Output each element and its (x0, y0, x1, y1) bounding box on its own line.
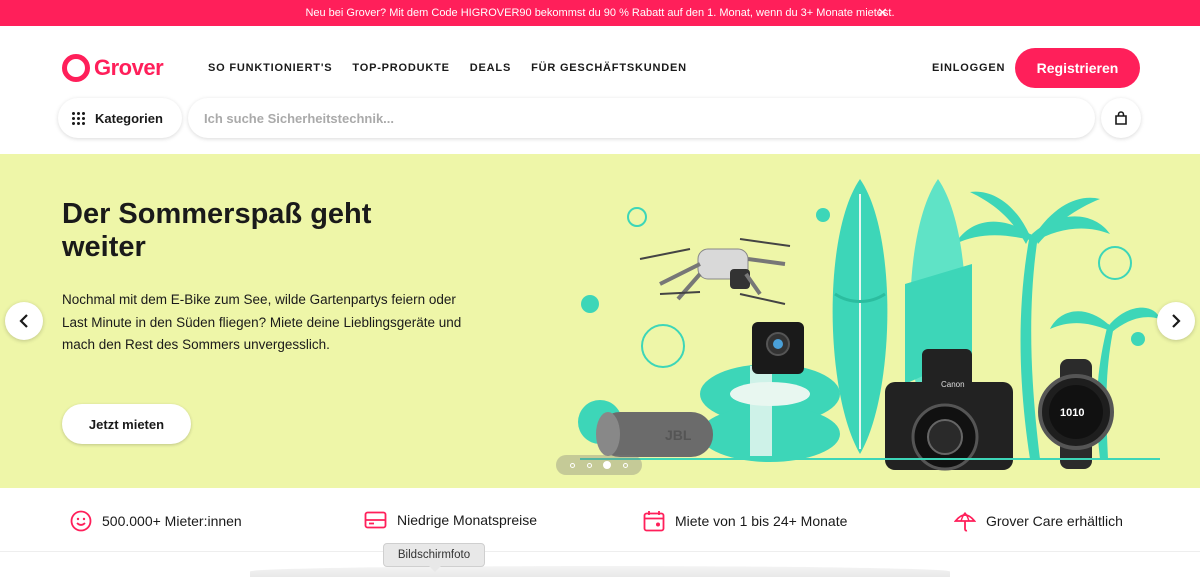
feature-duration-text: Miete von 1 bis 24+ Monate (675, 513, 848, 529)
feature-duration: Miete von 1 bis 24+ Monate (643, 510, 847, 532)
slide-dot[interactable] (569, 462, 575, 468)
shopping-bag-icon (1115, 111, 1127, 125)
svg-text:Canon: Canon (941, 380, 965, 389)
feature-prices-text: Niedrige Monatspreise (397, 512, 538, 528)
hero-text: Nochmal mit dem E-Bike zum See, wilde Ga… (62, 292, 462, 352)
chevron-right-icon (1172, 314, 1181, 328)
grover-logo[interactable]: Grover (62, 54, 164, 82)
categories-button[interactable]: Kategorien (58, 98, 182, 138)
card-icon (364, 511, 387, 529)
rent-now-button[interactable]: Jetzt mieten (62, 404, 191, 444)
svg-text:1010: 1010 (1060, 407, 1084, 419)
search-input[interactable] (204, 110, 1064, 126)
logo-text: Grover (94, 55, 164, 80)
nav-top-products[interactable]: TOP-PRODUKTE (352, 62, 449, 74)
svg-text:JBL: JBL (665, 427, 692, 443)
nav-deals[interactable]: DEALS (470, 62, 511, 74)
feature-care-text: Grover Care erhältlich (986, 513, 1123, 529)
speaker-icon: JBL (596, 412, 713, 457)
camera-icon: Canon (885, 349, 1013, 471)
promo-text: Neu bei Grover? Mit dem Code HIGROVER90 … (305, 7, 895, 19)
chevron-left-icon (19, 314, 28, 328)
drone-icon (639, 238, 791, 305)
promo-bar: Neu bei Grover? Mit dem Code HIGROVER90 … (0, 0, 1200, 26)
prev-slide-button[interactable] (5, 302, 43, 340)
main-nav: SO FUNKTIONIERT'S TOP-PRODUKTE DEALS FÜR… (208, 62, 707, 74)
screenshot-tooltip: Bildschirmfoto (383, 543, 485, 572)
slide-dot-active[interactable] (603, 461, 612, 469)
feature-renters-text: 500.000+ Mieter:innen (102, 513, 242, 529)
screen-edge-shade (250, 566, 950, 577)
hero-illustration: JBL Canon 1010 (578, 179, 1160, 471)
cart-button[interactable] (1101, 98, 1141, 138)
nav-how-it-works[interactable]: SO FUNKTIONIERT'S (208, 62, 332, 74)
features-bar: 500.000+ Mieter:innen Niedrige Monatspre… (0, 488, 1200, 552)
slide-dot[interactable] (586, 462, 592, 468)
header: Grover SO FUNKTIONIERT'S TOP-PRODUKTE DE… (0, 26, 1200, 154)
next-slide-button[interactable] (1157, 302, 1195, 340)
logo-ring-icon (62, 54, 90, 82)
calendar-icon (643, 511, 665, 532)
action-camera-icon (752, 322, 804, 374)
hero-banner: Der Sommerspaß geht weiter Nochmal mit d… (0, 154, 1200, 488)
feature-prices: Niedrige Monatspreise (364, 510, 537, 530)
register-button[interactable]: Registrieren (1015, 48, 1140, 88)
close-icon[interactable]: ✕ (877, 5, 888, 21)
umbrella-icon (954, 512, 976, 532)
slide-dot[interactable] (623, 462, 629, 468)
hero-title: Der Sommerspaß geht weiter (62, 198, 372, 263)
feature-care: Grover Care erhältlich (954, 510, 1123, 532)
grid-icon (72, 111, 85, 125)
nav-business[interactable]: FÜR GESCHÄFTSKUNDEN (531, 62, 687, 74)
smiley-icon (70, 510, 92, 532)
search-bar[interactable] (188, 98, 1095, 138)
categories-label: Kategorien (95, 110, 163, 126)
login-link[interactable]: EINLOGGEN (932, 62, 1005, 74)
slide-indicator (556, 455, 642, 475)
feature-renters: 500.000+ Mieter:innen (70, 510, 242, 532)
